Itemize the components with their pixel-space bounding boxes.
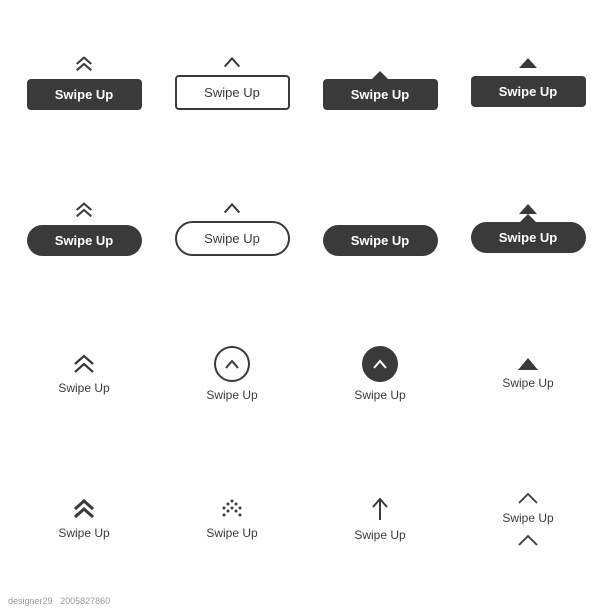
swipe-up-label-r3-4: Swipe Up (502, 376, 553, 390)
swipe-up-outline-button[interactable]: Swipe Up (175, 75, 290, 110)
single-chevron-icon-2 (221, 201, 243, 215)
dotted-chevron-icon (217, 498, 247, 520)
swipe-up-notch-button[interactable]: Swipe Up (323, 79, 438, 110)
swipe-up-label-r3-2: Swipe Up (206, 388, 257, 402)
watermark-name: designer29 (8, 596, 53, 606)
thin-chevron-sub-icon (516, 533, 540, 547)
item-r4-3: Swipe Up (354, 496, 405, 542)
watermark: designer29 2005827860 (8, 596, 110, 606)
circle-chevron-icon (214, 346, 250, 382)
triangle-up-icon (519, 58, 537, 68)
item-r3-1: Swipe Up (58, 353, 109, 395)
item-r3-4: Swipe Up (502, 358, 553, 390)
item-r2-btn4: Swipe Up (463, 204, 593, 253)
triangle-plain-icon (518, 358, 538, 370)
item-r1-btn1: Swipe Up (19, 55, 149, 110)
main-grid: Swipe Up Swipe Up Swipe Up Swipe Up (0, 0, 612, 612)
circle-filled-chevron-icon (362, 346, 398, 382)
item-r3-3: Swipe Up (354, 346, 405, 402)
swipe-up-label-r4-1: Swipe Up (58, 526, 109, 540)
item-r2-btn3: Swipe Up (315, 201, 445, 256)
row-1: Swipe Up Swipe Up Swipe Up Swipe Up (10, 10, 602, 156)
item-r4-2: Swipe Up (206, 498, 257, 540)
swipe-up-pill-button[interactable]: Swipe Up (27, 225, 142, 256)
swipe-up-pill-plain-button[interactable]: Swipe Up (323, 225, 438, 256)
chevron-in-filled-circle-icon (372, 358, 388, 370)
swipe-up-label-r3-1: Swipe Up (58, 381, 109, 395)
swipe-up-label-r4-3: Swipe Up (354, 528, 405, 542)
row-4: Swipe Up Swipe Up (10, 447, 602, 593)
item-r2-btn2: Swipe Up (167, 201, 297, 256)
swipe-up-label-r3-3: Swipe Up (354, 388, 405, 402)
double-chevron-icon (73, 55, 95, 73)
swipe-up-label-r4-4: Swipe Up (502, 511, 553, 525)
swipe-up-triangle-button[interactable]: Swipe Up (471, 76, 586, 107)
arrow-up-thin-icon (371, 496, 389, 522)
chevron-in-circle-icon (224, 358, 240, 370)
row-3: Swipe Up Swipe Up Swipe Up Swipe Up (10, 301, 602, 447)
row-2: Swipe Up Swipe Up Swipe Up Swipe Up (10, 156, 602, 302)
item-r4-4: Swipe Up (502, 491, 553, 547)
swipe-up-pill-notch-button[interactable]: Swipe Up (471, 222, 586, 253)
swipe-up-pill-outline-button[interactable]: Swipe Up (175, 221, 290, 256)
item-r1-btn3: Swipe Up (315, 55, 445, 110)
bold-double-chevron-icon (70, 498, 98, 520)
item-r2-btn1: Swipe Up (19, 201, 149, 256)
single-chevron-icon (221, 55, 243, 69)
swipe-up-button[interactable]: Swipe Up (27, 79, 142, 110)
thin-chevron-icon (516, 491, 540, 505)
swipe-up-label-r4-2: Swipe Up (206, 526, 257, 540)
item-r3-2: Swipe Up (206, 346, 257, 402)
item-r1-btn4: Swipe Up (463, 58, 593, 107)
watermark-code: 2005827860 (60, 596, 110, 606)
double-chevron-icon-2 (73, 201, 95, 219)
item-r4-1: Swipe Up (58, 498, 109, 540)
item-r1-btn2: Swipe Up (167, 55, 297, 110)
double-chevron-plain-icon (70, 353, 98, 375)
triangle-up-icon-2 (519, 204, 537, 214)
